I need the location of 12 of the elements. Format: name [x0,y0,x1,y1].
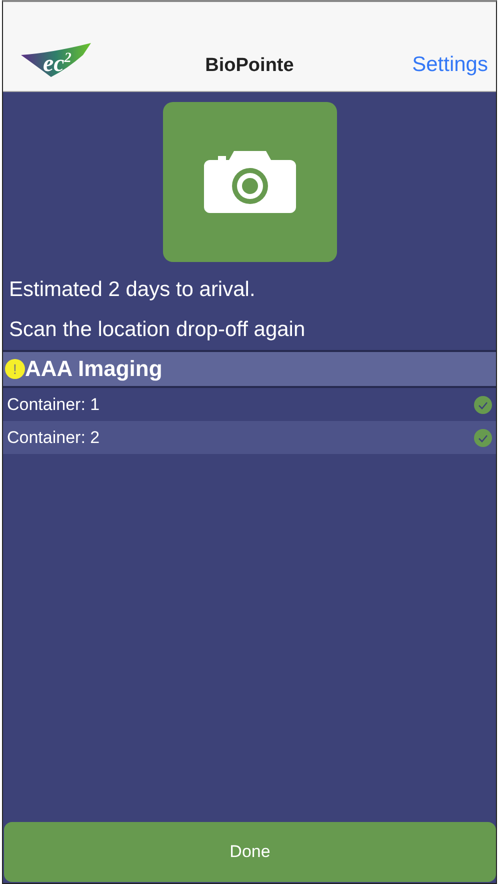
settings-button[interactable]: Settings [412,53,488,77]
warning-icon: ! [5,359,25,379]
logo-text: ec$^{2}$ [43,50,72,78]
status-message: Scan the location drop-off again [8,318,306,342]
status-message: Estimated 2 days to arival. [8,278,256,302]
container-row[interactable]: Container: 2 [3,421,496,454]
screen-title: BioPointe [205,55,294,77]
logo-banner-icon [21,43,91,77]
container-row[interactable]: Container: 1 [3,388,496,421]
group-title: AAA Imaging [25,356,162,382]
camera-button[interactable] [162,102,336,262]
camera-icon [204,151,296,213]
